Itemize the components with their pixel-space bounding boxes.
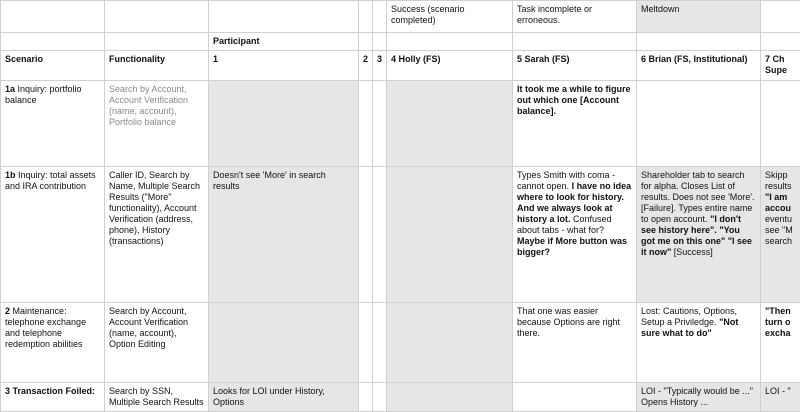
participant-7-cell[interactable]: "Then turn o excha	[761, 303, 800, 383]
table-row: 1b Inquiry: total assets and IRA contrib…	[1, 167, 800, 303]
empty-cell[interactable]	[761, 33, 800, 51]
empty-cell[interactable]	[373, 33, 387, 51]
legend-task-incomplete[interactable]: Task incomplete or erroneous.	[513, 1, 637, 33]
participant-6-cell[interactable]	[637, 81, 761, 167]
empty-cell[interactable]	[637, 33, 761, 51]
participant-7-quote: "I am accou	[765, 192, 791, 213]
header-scenario[interactable]: Scenario	[1, 51, 105, 81]
scenario-text: Transaction Foiled:	[13, 386, 96, 396]
participant-5-cell[interactable]: Types Smith with coma - cannot open. I h…	[513, 167, 637, 303]
legend-meltdown[interactable]: Meltdown	[637, 1, 761, 33]
empty-cell[interactable]	[359, 1, 373, 33]
participant-5-quote: Maybe if More button was bigger?	[517, 236, 627, 257]
participant-5-cell[interactable]	[513, 383, 637, 412]
participant-5-note: It took me a while to figure out which o…	[517, 84, 631, 116]
legend-success[interactable]: Success (scenario completed)	[387, 1, 513, 33]
header-participant-1[interactable]: 1	[209, 51, 359, 81]
scenario-id: 2	[5, 306, 10, 316]
participant-7-note: Skipp results	[765, 170, 792, 191]
participant-4-cell[interactable]	[387, 303, 513, 383]
header-participant-2[interactable]: 2	[359, 51, 373, 81]
scenario-text: Inquiry: portfolio balance	[5, 84, 82, 105]
scenario-id: 3	[5, 386, 10, 396]
header-row: Scenario Functionality 1 2 3 4 Holly (FS…	[1, 51, 800, 81]
participant-1-cell[interactable]: Doesn't see 'More' in search results	[209, 167, 359, 303]
header-participant-3[interactable]: 3	[373, 51, 387, 81]
scenario-text: Inquiry: total assets and IRA contributi…	[5, 170, 96, 191]
empty-cell[interactable]	[1, 33, 105, 51]
participant-7-note: eventu see "M search	[765, 214, 793, 246]
participant-row: Participant	[1, 33, 800, 51]
empty-cell[interactable]	[513, 33, 637, 51]
participant-4-cell[interactable]	[387, 167, 513, 303]
header-participant-5[interactable]: 5 Sarah (FS)	[513, 51, 637, 81]
participant-6-cell[interactable]: Lost: Cautions, Options, Setup a Privile…	[637, 303, 761, 383]
empty-cell[interactable]	[387, 33, 513, 51]
participant-3-cell[interactable]	[373, 81, 387, 167]
empty-cell[interactable]	[359, 33, 373, 51]
participant-7-cell[interactable]: LOI - "	[761, 383, 800, 412]
functionality-cell[interactable]: Search by Account, Account Verification …	[105, 303, 209, 383]
participant-header[interactable]: Participant	[209, 33, 359, 51]
participant-6-note: [Success]	[674, 247, 713, 257]
scenario-cell[interactable]: 2 Maintenance: telephone exchange and te…	[1, 303, 105, 383]
participant-5-cell[interactable]: It took me a while to figure out which o…	[513, 81, 637, 167]
participant-1-cell[interactable]: Looks for LOI under History, Options	[209, 383, 359, 412]
header-participant-6[interactable]: 6 Brian (FS, Institutional)	[637, 51, 761, 81]
participant-5-cell[interactable]: That one was easier because Options are …	[513, 303, 637, 383]
empty-cell[interactable]	[1, 1, 105, 33]
functionality-cell[interactable]: Search by Account, Account Verification …	[105, 81, 209, 167]
table-row: 2 Maintenance: telephone exchange and te…	[1, 303, 800, 383]
participant-2-cell[interactable]	[359, 167, 373, 303]
participant-6-cell[interactable]: Shareholder tab to search for alpha. Clo…	[637, 167, 761, 303]
table-row: 1a Inquiry: portfolio balance Search by …	[1, 81, 800, 167]
empty-cell[interactable]	[373, 1, 387, 33]
participant-2-cell[interactable]	[359, 81, 373, 167]
participant-1-cell[interactable]	[209, 303, 359, 383]
participant-7-cell[interactable]: Skipp results "I am accou eventu see "M …	[761, 167, 800, 303]
scenario-id: 1a	[5, 84, 15, 94]
empty-cell[interactable]	[209, 1, 359, 33]
table-row: 3 Transaction Foiled: Search by SSN, Mul…	[1, 383, 800, 412]
participant-6-cell[interactable]: LOI - "Typically would be ..." Opens His…	[637, 383, 761, 412]
scenario-cell[interactable]: 1b Inquiry: total assets and IRA contrib…	[1, 167, 105, 303]
participant-3-cell[interactable]	[373, 383, 387, 412]
participant-2-cell[interactable]	[359, 383, 373, 412]
legend-row: Success (scenario completed) Task incomp…	[1, 1, 800, 33]
scenario-cell[interactable]: 1a Inquiry: portfolio balance	[1, 81, 105, 167]
scenario-cell[interactable]: 3 Transaction Foiled:	[1, 383, 105, 412]
scenario-text: Maintenance: telephone exchange and tele…	[5, 306, 86, 349]
functionality-cell[interactable]: Search by SSN, Multiple Search Results	[105, 383, 209, 412]
participant-4-cell[interactable]	[387, 383, 513, 412]
participant-7-quote: "Then turn o excha	[765, 306, 791, 338]
participant-3-cell[interactable]	[373, 303, 387, 383]
header-functionality[interactable]: Functionality	[105, 51, 209, 81]
empty-cell[interactable]	[105, 1, 209, 33]
scenario-results-table: Success (scenario completed) Task incomp…	[0, 0, 800, 412]
participant-3-cell[interactable]	[373, 167, 387, 303]
scenario-id: 1b	[5, 170, 16, 180]
participant-4-cell[interactable]	[387, 81, 513, 167]
empty-cell[interactable]	[105, 33, 209, 51]
empty-cell[interactable]	[761, 1, 800, 33]
participant-1-cell[interactable]	[209, 81, 359, 167]
header-participant-7[interactable]: 7 Ch Supe	[761, 51, 800, 81]
participant-7-cell[interactable]	[761, 81, 800, 167]
functionality-cell[interactable]: Caller ID, Search by Name, Multiple Sear…	[105, 167, 209, 303]
header-participant-4[interactable]: 4 Holly (FS)	[387, 51, 513, 81]
participant-2-cell[interactable]	[359, 303, 373, 383]
